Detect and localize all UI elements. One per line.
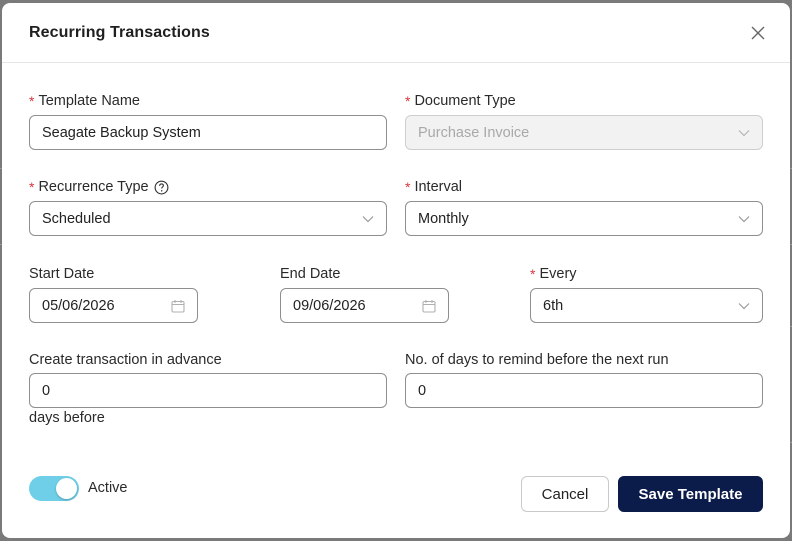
chevron-down-icon <box>362 215 374 222</box>
dialog-header: Recurring Transactions <box>2 3 790 63</box>
recurrence-type-select[interactable]: Scheduled <box>29 201 387 236</box>
document-type-label: * Document Type <box>405 93 516 109</box>
close-button[interactable] <box>748 23 768 43</box>
active-label: Active <box>88 480 128 496</box>
end-date-input[interactable]: 09/06/2026 <box>280 288 449 323</box>
calendar-icon[interactable] <box>422 299 436 313</box>
required-asterisk: * <box>29 179 35 195</box>
help-icon[interactable] <box>154 180 169 195</box>
start-date-input[interactable]: 05/06/2026 <box>29 288 198 323</box>
interval-select[interactable]: Monthly <box>405 201 763 236</box>
toggle-knob <box>56 478 77 499</box>
required-asterisk: * <box>530 266 536 282</box>
document-type-select: Purchase Invoice <box>405 115 763 150</box>
recurrence-type-label: * Recurrence Type <box>29 179 169 195</box>
calendar-icon[interactable] <box>171 299 185 313</box>
every-label: * Every <box>530 266 577 282</box>
advance-days-input[interactable]: 0 <box>29 373 387 408</box>
chevron-down-icon <box>738 129 750 136</box>
end-date-label: End Date <box>280 266 341 282</box>
template-name-label: * Template Name <box>29 93 140 109</box>
chevron-down-icon <box>738 215 750 222</box>
dialog-title: Recurring Transactions <box>29 23 210 41</box>
recurring-transactions-dialog: Recurring Transactions * Template Name S… <box>2 3 790 538</box>
required-asterisk: * <box>29 93 35 109</box>
interval-label: * Interval <box>405 179 463 195</box>
template-name-input[interactable]: Seagate Backup System <box>29 115 387 150</box>
cancel-button[interactable]: Cancel <box>521 476 609 512</box>
advance-label: Create transaction in advance <box>29 352 222 368</box>
required-asterisk: * <box>405 179 411 195</box>
advance-suffix: days before <box>29 410 105 426</box>
remind-label: No. of days to remind before the next ru… <box>405 352 669 368</box>
save-template-button[interactable]: Save Template <box>618 476 763 512</box>
remind-days-input[interactable]: 0 <box>405 373 763 408</box>
every-select[interactable]: 6th <box>530 288 763 323</box>
chevron-down-icon <box>738 302 750 309</box>
close-icon <box>751 26 765 39</box>
required-asterisk: * <box>405 93 411 109</box>
active-toggle[interactable] <box>29 476 79 501</box>
start-date-label: Start Date <box>29 266 95 282</box>
